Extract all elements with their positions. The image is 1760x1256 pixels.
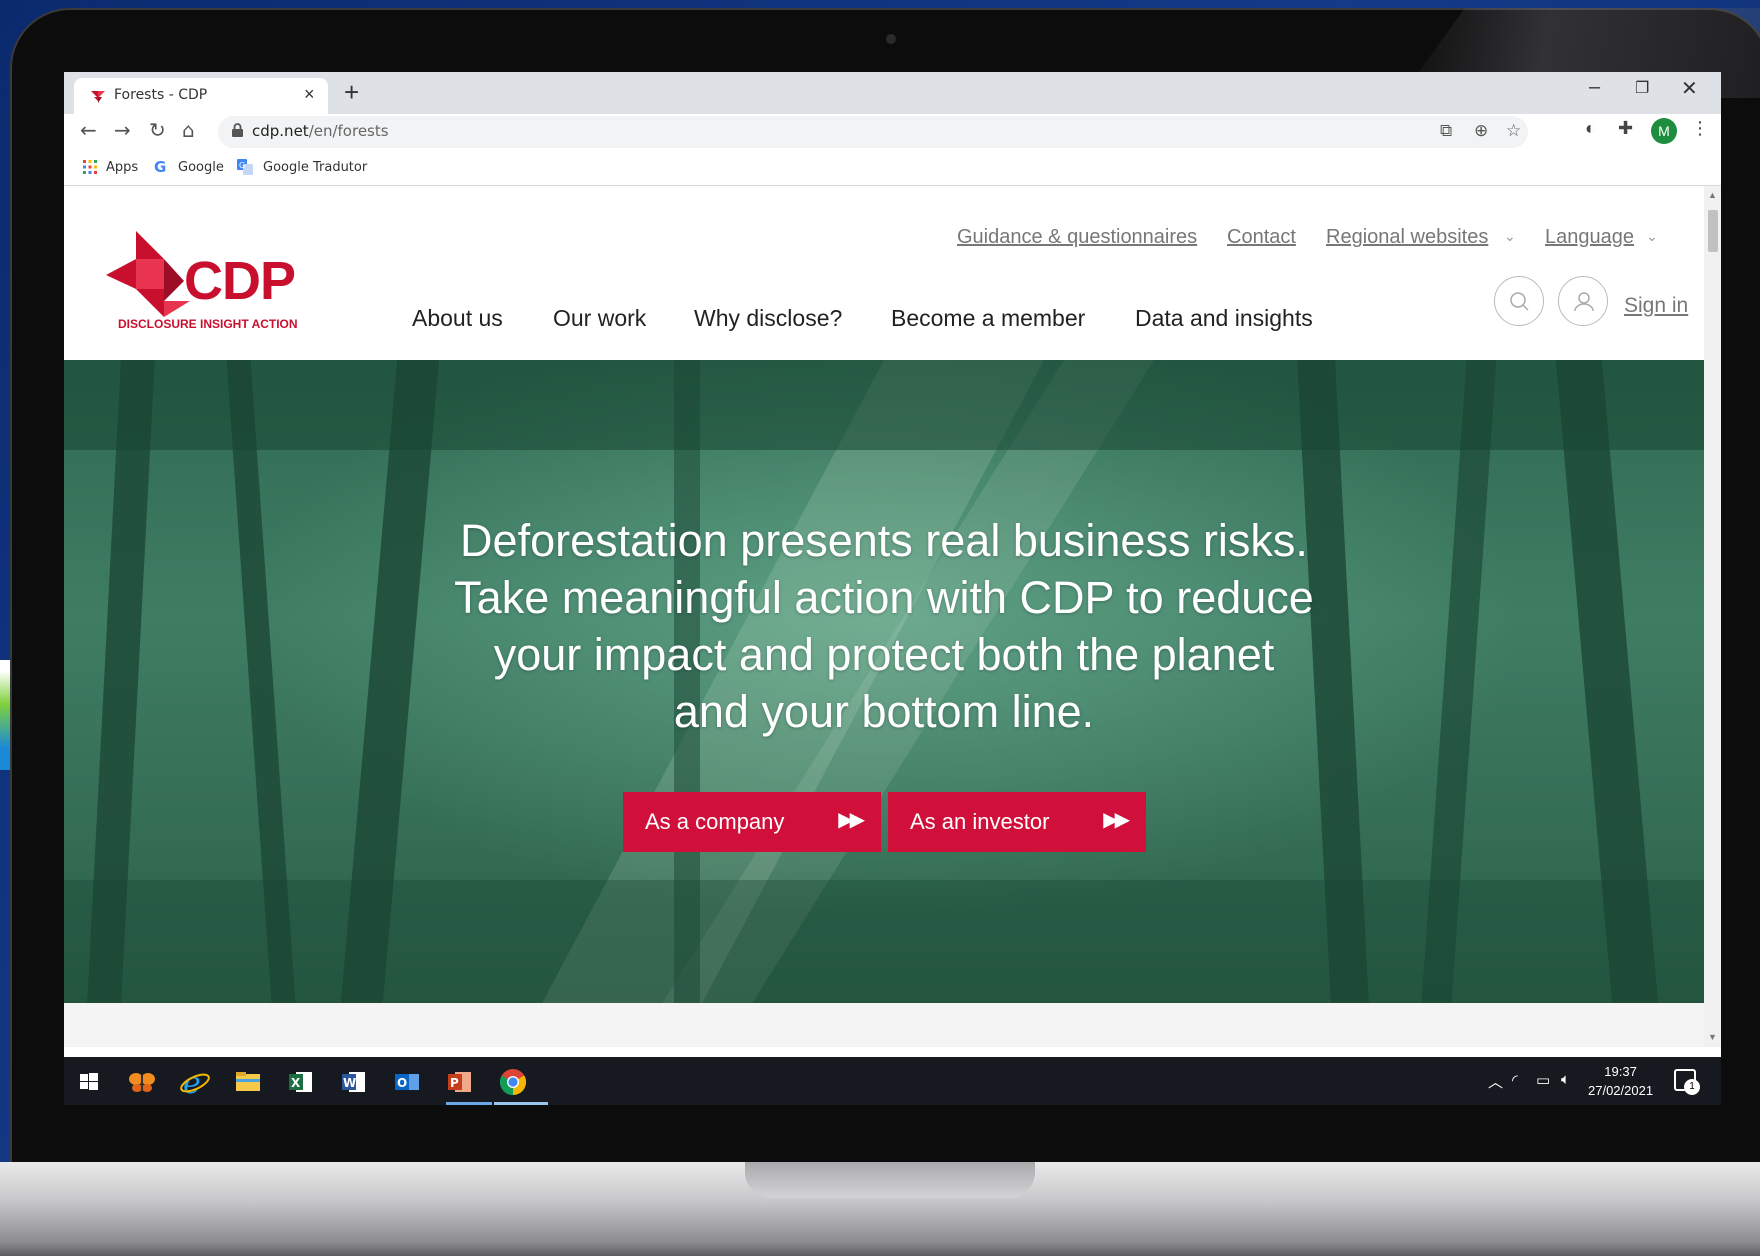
svg-text:X: X — [291, 1076, 301, 1090]
lock-icon — [232, 123, 243, 137]
active-app-indicator — [446, 1102, 492, 1105]
browser-toolbar: ← → ↻ ⌂ cdp.net/en/forests ⧉ ⊕ ☆ ◐ ✚ M ⋮ — [64, 114, 1721, 152]
scroll-thumb[interactable] — [1708, 210, 1718, 252]
scroll-down-icon[interactable]: ▼ — [1708, 1032, 1717, 1042]
svg-text:O: O — [397, 1076, 407, 1090]
as-investor-button[interactable]: As an investor ▶▶ — [888, 792, 1146, 852]
bookmark-apps[interactable]: Apps — [106, 160, 138, 175]
google-translate-icon: G — [237, 159, 253, 175]
double-arrow-icon: ▶▶ — [1103, 809, 1130, 831]
home-icon[interactable]: ⌂ — [182, 118, 195, 142]
tab-close-icon[interactable]: × — [304, 84, 315, 105]
laptop-base-notch — [745, 1162, 1035, 1198]
new-tab-button[interactable]: + — [344, 77, 359, 108]
outlook-icon[interactable]: O — [390, 1065, 424, 1099]
canopy — [64, 360, 1704, 450]
guidance-link[interactable]: Guidance & questionnaires — [957, 226, 1197, 249]
show-hidden-icons-icon[interactable]: ︿ — [1488, 1071, 1503, 1092]
excel-icon[interactable]: X — [284, 1065, 318, 1099]
tab-strip: Forests - CDP × + – ❐ ✕ — [64, 72, 1721, 114]
extension-circle-icon[interactable]: ◐ — [1585, 118, 1596, 139]
chevron-down-icon: ⌄ — [1504, 228, 1516, 244]
account-button[interactable] — [1558, 276, 1608, 326]
powerpoint-icon[interactable]: P — [443, 1065, 477, 1099]
active-app-indicator — [494, 1102, 548, 1105]
url-host: cdp.net — [252, 122, 309, 140]
notification-count-badge: 1 — [1684, 1079, 1700, 1095]
reload-icon[interactable]: ↻ — [149, 118, 166, 142]
svg-text:G: G — [239, 161, 245, 170]
wifi-icon[interactable]: ◜ — [1512, 1071, 1518, 1089]
back-arrow-icon[interactable]: ← — [80, 118, 97, 142]
cta-label: As a company — [645, 809, 785, 834]
file-explorer-icon[interactable] — [231, 1065, 265, 1099]
chevron-down-icon: ⌄ — [1646, 228, 1658, 244]
nav-become-member[interactable]: Become a member — [891, 305, 1085, 332]
cdp-favicon-icon — [91, 91, 105, 103]
google-g-icon: G — [154, 158, 167, 176]
language-link[interactable]: Language — [1545, 226, 1634, 249]
double-arrow-icon: ▶▶ — [838, 809, 865, 831]
undergrowth — [64, 880, 1704, 1003]
close-window-button[interactable]: ✕ — [1681, 76, 1698, 101]
bookmark-star-icon[interactable]: ☆ — [1506, 121, 1521, 141]
nav-our-work[interactable]: Our work — [553, 305, 646, 332]
web-page: CDP DISCLOSURE INSIGHT ACTION Guidance &… — [64, 186, 1704, 1047]
volume-icon[interactable]: 🔈︎ — [1561, 1071, 1570, 1088]
minimize-button[interactable]: – — [1589, 76, 1600, 99]
cta-label: As an investor — [910, 809, 1050, 834]
translate-icon[interactable]: ⧉ — [1440, 121, 1452, 141]
butterfly-app-icon[interactable] — [125, 1065, 159, 1099]
url-path: /en/forests — [308, 122, 389, 140]
extensions-puzzle-icon[interactable]: ✚ — [1618, 118, 1633, 139]
scroll-up-icon[interactable]: ▲ — [1708, 190, 1717, 200]
profile-avatar[interactable]: M — [1651, 118, 1677, 144]
as-company-button[interactable]: As a company ▶▶ — [623, 792, 881, 852]
nav-why-disclose[interactable]: Why disclose? — [694, 305, 842, 332]
start-icon[interactable] — [72, 1065, 106, 1099]
svg-text:P: P — [450, 1076, 459, 1090]
apps-grid-icon[interactable] — [82, 159, 98, 175]
windows-taskbar: e X W O P ︿ ◜ ▭ 🔈︎ 19:37 27/02/2021 1 — [64, 1057, 1721, 1105]
browser-tab[interactable]: Forests - CDP × — [74, 78, 328, 114]
logo-tagline: DISCLOSURE INSIGHT ACTION — [118, 317, 298, 331]
webcam — [886, 34, 896, 44]
page-scrollbar[interactable]: ▲ ▼ — [1704, 186, 1721, 1047]
hero-banner: Deforestation presents real business ris… — [64, 360, 1704, 1003]
forward-arrow-icon[interactable]: → — [114, 118, 131, 142]
contact-link[interactable]: Contact — [1227, 226, 1296, 249]
bookmark-google-tradutor[interactable]: Google Tradutor — [263, 160, 367, 175]
menu-kebab-icon[interactable]: ⋮ — [1691, 118, 1709, 139]
zoom-icon[interactable]: ⊕ — [1474, 121, 1488, 141]
bookmark-google[interactable]: Google — [178, 160, 224, 175]
chrome-icon[interactable] — [496, 1065, 530, 1099]
internet-explorer-icon[interactable]: e — [178, 1065, 212, 1099]
screen: Forests - CDP × + – ❐ ✕ ← → ↻ ⌂ cdp.net/… — [64, 72, 1721, 1105]
clock-time: 19:37 — [1604, 1064, 1637, 1079]
hero-headline: Deforestation presents real business ris… — [454, 515, 1314, 737]
page-below-fold — [64, 1003, 1704, 1047]
bookmarks-bar: Apps G Google G Google Tradutor — [64, 152, 1721, 186]
clock-date: 27/02/2021 — [1588, 1083, 1654, 1098]
search-button[interactable] — [1494, 276, 1544, 326]
battery-icon[interactable]: ▭ — [1536, 1071, 1550, 1089]
regional-websites-link[interactable]: Regional websites — [1326, 226, 1488, 249]
word-icon[interactable]: W — [337, 1065, 371, 1099]
address-bar[interactable]: cdp.net/en/forests ⧉ ⊕ ☆ — [218, 116, 1528, 148]
sign-in-link[interactable]: Sign in — [1624, 294, 1688, 318]
url-text: cdp.net/en/forests — [252, 122, 389, 140]
logo-wordmark: CDP — [184, 251, 296, 311]
user-icon — [1574, 292, 1594, 312]
tab-title: Forests - CDP — [114, 87, 208, 103]
svg-text:W: W — [343, 1076, 356, 1090]
nav-about-us[interactable]: About us — [412, 305, 503, 332]
search-icon — [1510, 292, 1529, 311]
system-clock[interactable]: 19:37 27/02/2021 — [1588, 1062, 1653, 1100]
restore-button[interactable]: ❐ — [1635, 78, 1649, 98]
nav-data-insights[interactable]: Data and insights — [1135, 305, 1313, 332]
